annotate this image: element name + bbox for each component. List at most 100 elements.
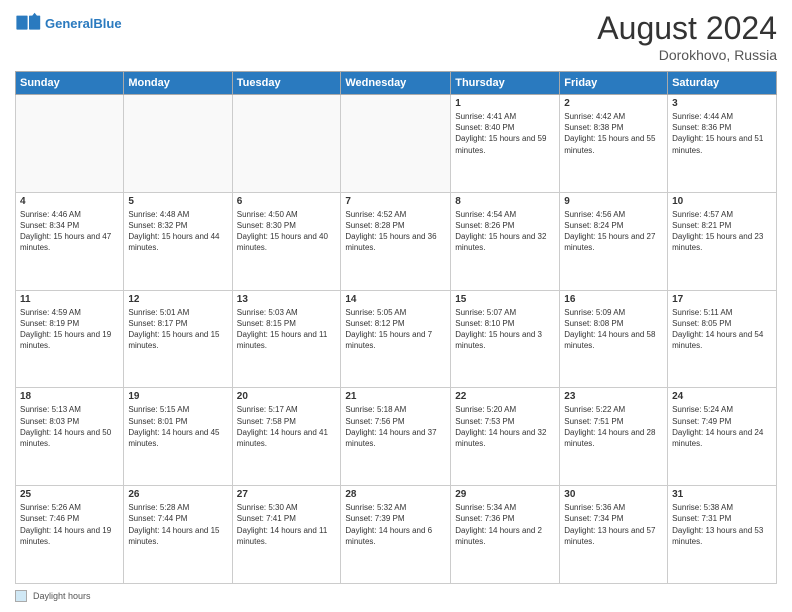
calendar-cell: 15 Sunrise: 5:07 AM Sunset: 8:10 PM Dayli… xyxy=(451,290,560,388)
calendar-cell: 21 Sunrise: 5:18 AM Sunset: 7:56 PM Dayli… xyxy=(341,388,451,486)
calendar-header-cell: Saturday xyxy=(668,72,777,95)
logo-line1: General xyxy=(45,16,93,31)
day-number: 17 xyxy=(672,294,772,305)
location: Dorokhovo, Russia xyxy=(597,47,777,63)
day-info: Sunrise: 5:07 AM Sunset: 8:10 PM Dayligh… xyxy=(455,307,555,352)
calendar-week-row: 25Sunrise: 5:26 AM Sunset: 7:46 PM Dayli… xyxy=(16,486,777,584)
day-number: 14 xyxy=(345,294,446,305)
day-number: 31 xyxy=(672,489,772,500)
day-info: Sunrise: 4:57 AM Sunset: 8:21 PM Dayligh… xyxy=(672,209,772,254)
calendar-cell xyxy=(341,95,451,193)
day-info: Sunrise: 5:03 AM Sunset: 8:15 PM Dayligh… xyxy=(237,307,337,352)
calendar-cell: 7 Sunrise: 4:52 AM Sunset: 8:28 PM Daylig… xyxy=(341,192,451,290)
calendar-cell: 16 Sunrise: 5:09 AM Sunset: 8:08 PM Dayli… xyxy=(560,290,668,388)
day-number: 2 xyxy=(564,98,663,109)
day-info: Sunrise: 4:56 AM Sunset: 8:24 PM Dayligh… xyxy=(564,209,663,254)
day-info: Sunrise: 4:50 AM Sunset: 8:30 PM Dayligh… xyxy=(237,209,337,254)
day-info: Sunrise: 5:24 AM Sunset: 7:49 PM Dayligh… xyxy=(672,404,772,449)
calendar-cell: 31 Sunrise: 5:38 AM Sunset: 7:31 PM Dayli… xyxy=(668,486,777,584)
day-number: 1 xyxy=(455,98,555,109)
day-info: Sunrise: 5:01 AM Sunset: 8:17 PM Dayligh… xyxy=(128,307,227,352)
day-info: Sunrise: 5:32 AM Sunset: 7:39 PM Dayligh… xyxy=(345,502,446,547)
day-info: Sunrise: 4:41 AM Sunset: 8:40 PM Dayligh… xyxy=(455,111,555,156)
calendar-cell: 10 Sunrise: 4:57 AM Sunset: 8:21 PM Dayli… xyxy=(668,192,777,290)
calendar-cell: 24 Sunrise: 5:24 AM Sunset: 7:49 PM Dayli… xyxy=(668,388,777,486)
day-number: 9 xyxy=(564,196,663,207)
day-number: 30 xyxy=(564,489,663,500)
calendar-body: 1 Sunrise: 4:41 AM Sunset: 8:40 PM Daylig… xyxy=(16,95,777,584)
calendar-cell: 8 Sunrise: 4:54 AM Sunset: 8:26 PM Daylig… xyxy=(451,192,560,290)
day-number: 28 xyxy=(345,489,446,500)
calendar-header-cell: Thursday xyxy=(451,72,560,95)
calendar-header-cell: Wednesday xyxy=(341,72,451,95)
calendar-cell: 14 Sunrise: 5:05 AM Sunset: 8:12 PM Dayli… xyxy=(341,290,451,388)
day-number: 11 xyxy=(20,294,119,305)
day-number: 25 xyxy=(20,489,119,500)
logo-line2: Blue xyxy=(93,16,121,31)
day-number: 19 xyxy=(128,391,227,402)
calendar-header-cell: Friday xyxy=(560,72,668,95)
calendar-table: SundayMondayTuesdayWednesdayThursdayFrid… xyxy=(15,71,777,584)
day-info: Sunrise: 5:38 AM Sunset: 7:31 PM Dayligh… xyxy=(672,502,772,547)
calendar-cell: 19 Sunrise: 5:15 AM Sunset: 8:01 PM Dayli… xyxy=(124,388,232,486)
day-number: 15 xyxy=(455,294,555,305)
calendar-cell: 13Sunrise: 5:03 AM Sunset: 8:15 PM Dayli… xyxy=(232,290,341,388)
day-info: Sunrise: 4:52 AM Sunset: 8:28 PM Dayligh… xyxy=(345,209,446,254)
day-info: Sunrise: 5:28 AM Sunset: 7:44 PM Dayligh… xyxy=(128,502,227,547)
calendar-week-row: 11Sunrise: 4:59 AM Sunset: 8:19 PM Dayli… xyxy=(16,290,777,388)
calendar-cell: 23Sunrise: 5:22 AM Sunset: 7:51 PM Dayli… xyxy=(560,388,668,486)
day-info: Sunrise: 5:13 AM Sunset: 8:03 PM Dayligh… xyxy=(20,404,119,449)
day-info: Sunrise: 5:11 AM Sunset: 8:05 PM Dayligh… xyxy=(672,307,772,352)
day-info: Sunrise: 4:42 AM Sunset: 8:38 PM Dayligh… xyxy=(564,111,663,156)
calendar-week-row: 1 Sunrise: 4:41 AM Sunset: 8:40 PM Daylig… xyxy=(16,95,777,193)
calendar-cell: 26 Sunrise: 5:28 AM Sunset: 7:44 PM Dayli… xyxy=(124,486,232,584)
calendar-header-cell: Tuesday xyxy=(232,72,341,95)
day-number: 27 xyxy=(237,489,337,500)
calendar-cell: 29Sunrise: 5:34 AM Sunset: 7:36 PM Dayli… xyxy=(451,486,560,584)
day-number: 3 xyxy=(672,98,772,109)
day-number: 24 xyxy=(672,391,772,402)
day-number: 26 xyxy=(128,489,227,500)
legend-box xyxy=(15,590,27,602)
calendar-cell: 28 Sunrise: 5:32 AM Sunset: 7:39 PM Dayli… xyxy=(341,486,451,584)
day-info: Sunrise: 5:09 AM Sunset: 8:08 PM Dayligh… xyxy=(564,307,663,352)
calendar-cell: 27 Sunrise: 5:30 AM Sunset: 7:41 PM Dayli… xyxy=(232,486,341,584)
day-number: 29 xyxy=(455,489,555,500)
day-number: 22 xyxy=(455,391,555,402)
day-info: Sunrise: 5:36 AM Sunset: 7:34 PM Dayligh… xyxy=(564,502,663,547)
calendar-cell xyxy=(124,95,232,193)
day-number: 10 xyxy=(672,196,772,207)
day-info: Sunrise: 5:20 AM Sunset: 7:53 PM Dayligh… xyxy=(455,404,555,449)
logo-icon xyxy=(15,10,43,38)
day-info: Sunrise: 4:46 AM Sunset: 8:34 PM Dayligh… xyxy=(20,209,119,254)
calendar-cell: 2 Sunrise: 4:42 AM Sunset: 8:38 PM Daylig… xyxy=(560,95,668,193)
calendar-header-cell: Sunday xyxy=(16,72,124,95)
calendar-week-row: 4 Sunrise: 4:46 AM Sunset: 8:34 PM Daylig… xyxy=(16,192,777,290)
day-number: 12 xyxy=(128,294,227,305)
month-year: August 2024 xyxy=(597,10,777,47)
calendar-cell: 5Sunrise: 4:48 AM Sunset: 8:32 PM Daylig… xyxy=(124,192,232,290)
day-number: 6 xyxy=(237,196,337,207)
logo-text: GeneralBlue xyxy=(45,16,122,32)
day-info: Sunrise: 5:30 AM Sunset: 7:41 PM Dayligh… xyxy=(237,502,337,547)
day-info: Sunrise: 5:18 AM Sunset: 7:56 PM Dayligh… xyxy=(345,404,446,449)
day-info: Sunrise: 5:05 AM Sunset: 8:12 PM Dayligh… xyxy=(345,307,446,352)
title-block: August 2024 Dorokhovo, Russia xyxy=(597,10,777,63)
day-info: Sunrise: 4:48 AM Sunset: 8:32 PM Dayligh… xyxy=(128,209,227,254)
calendar-cell: 9 Sunrise: 4:56 AM Sunset: 8:24 PM Daylig… xyxy=(560,192,668,290)
calendar-cell: 30 Sunrise: 5:36 AM Sunset: 7:34 PM Dayli… xyxy=(560,486,668,584)
day-number: 21 xyxy=(345,391,446,402)
calendar-cell: 12 Sunrise: 5:01 AM Sunset: 8:17 PM Dayli… xyxy=(124,290,232,388)
calendar-cell: 4 Sunrise: 4:46 AM Sunset: 8:34 PM Daylig… xyxy=(16,192,124,290)
day-info: Sunrise: 5:15 AM Sunset: 8:01 PM Dayligh… xyxy=(128,404,227,449)
day-number: 23 xyxy=(564,391,663,402)
calendar-header-row: SundayMondayTuesdayWednesdayThursdayFrid… xyxy=(16,72,777,95)
calendar-cell: 17 Sunrise: 5:11 AM Sunset: 8:05 PM Dayli… xyxy=(668,290,777,388)
day-number: 16 xyxy=(564,294,663,305)
day-number: 4 xyxy=(20,196,119,207)
day-number: 7 xyxy=(345,196,446,207)
day-number: 8 xyxy=(455,196,555,207)
day-info: Sunrise: 4:54 AM Sunset: 8:26 PM Dayligh… xyxy=(455,209,555,254)
day-number: 18 xyxy=(20,391,119,402)
calendar-cell: 1 Sunrise: 4:41 AM Sunset: 8:40 PM Daylig… xyxy=(451,95,560,193)
